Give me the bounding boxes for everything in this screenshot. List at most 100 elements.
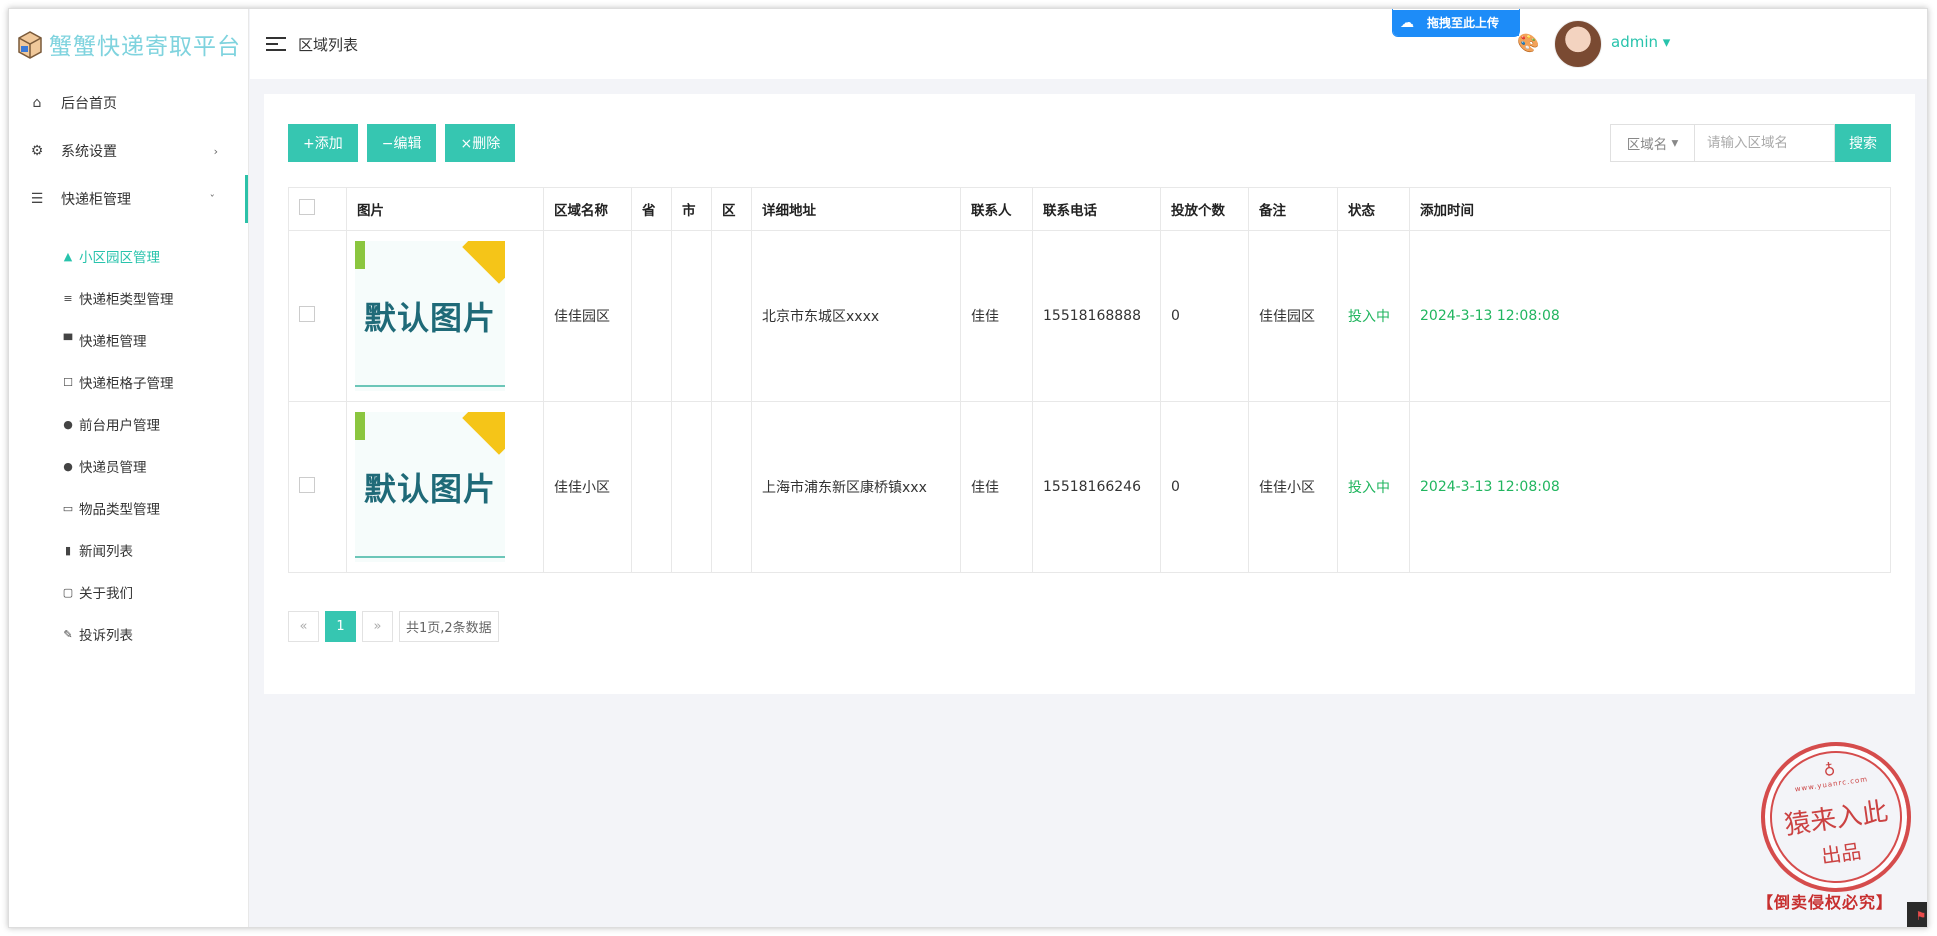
sidebar-subitem-locker-cell[interactable]: ☐ 快递柜格子管理 <box>9 361 248 403</box>
search-input[interactable] <box>1694 124 1835 162</box>
stamp-footer: 【倒卖侵权必究】 <box>1757 893 1894 912</box>
search-button[interactable]: 搜索 <box>1835 124 1891 162</box>
row-select-cell <box>288 230 347 402</box>
row-checkbox[interactable] <box>299 477 315 493</box>
select-all-checkbox[interactable] <box>299 199 315 215</box>
pagination: « 1 » 共1页,2条数据 <box>288 611 499 642</box>
upload-badge-label: 拖拽至此上传 <box>1421 9 1519 36</box>
sidebar: 蟹蟹快递寄取平台 ⌂ 后台首页 ⚙ 系统设置 › ☰ 快递柜管理 ˇ ▲ 小区园… <box>9 9 249 927</box>
column-header: 联系人 <box>960 187 1033 231</box>
menu-toggle-icon[interactable] <box>266 33 286 55</box>
bars-icon: ≡ <box>63 291 73 305</box>
default-image-text: 默认图片 <box>363 470 496 508</box>
prev-page-button[interactable]: « <box>288 611 319 642</box>
sidebar-subitem-couriers[interactable]: ● 快递员管理 <box>9 445 248 487</box>
tree-icon: ▲ <box>63 249 73 263</box>
watermark-stamp: ♁ www.yuanrc.com 猿来入此 出品 <box>1751 732 1921 902</box>
sidebar-item-settings[interactable]: ⚙ 系统设置 › <box>9 127 248 175</box>
search-field-select[interactable]: 区域名 ▾ <box>1610 124 1694 162</box>
folder-icon: ▭ <box>62 501 74 515</box>
column-header: 联系电话 <box>1032 187 1161 231</box>
comment-icon: ▢ <box>62 585 74 599</box>
sidebar-subitem-label: 快递柜格子管理 <box>79 376 174 392</box>
cell-name: 佳佳园区 <box>543 230 632 402</box>
page-title: 区域列表 <box>298 35 359 54</box>
cell-address: 上海市浦东新区康桥镇xxx <box>751 401 961 573</box>
ribbon-decoration <box>355 412 365 440</box>
upload-drop-badge[interactable]: ☁ 拖拽至此上传 <box>1392 9 1520 37</box>
row-checkbox[interactable] <box>299 306 315 322</box>
default-image[interactable]: 默认图片 <box>355 241 505 391</box>
column-header: 省 <box>631 187 672 231</box>
next-page-button[interactable]: » <box>362 611 393 642</box>
pencil-icon: ✎ <box>63 627 73 641</box>
cell-city <box>671 230 712 402</box>
image-underline <box>355 385 505 387</box>
column-header: 详细地址 <box>751 187 961 231</box>
cell-district <box>711 401 752 573</box>
app-logo[interactable]: 蟹蟹快递寄取平台 <box>9 9 248 79</box>
sidebar-subitem-label: 快递柜类型管理 <box>79 292 174 308</box>
app-window: 蟹蟹快递寄取平台 ⌂ 后台首页 ⚙ 系统设置 › ☰ 快递柜管理 ˇ ▲ 小区园… <box>8 8 1928 928</box>
chevron-down-icon: ˇ <box>209 192 216 206</box>
edit-button[interactable]: −编辑 <box>366 124 437 162</box>
chevron-right-icon: › <box>213 144 218 158</box>
caret-down-icon: ▾ <box>1662 33 1671 51</box>
user-menu[interactable]: admin ▾ <box>1611 33 1670 51</box>
search-bar: 区域名 ▾ 搜索 <box>1610 124 1891 162</box>
sidebar-subitem-community[interactable]: ▲ 小区园区管理 <box>9 235 248 277</box>
default-image[interactable]: 默认图片 <box>355 412 505 562</box>
sidebar-subitem-complaints[interactable]: ✎ 投诉列表 <box>9 613 248 655</box>
sidebar-subitem-label: 前台用户管理 <box>79 418 160 434</box>
user-icon: ● <box>63 417 73 431</box>
corner-decoration <box>462 412 505 455</box>
column-header: 备注 <box>1248 187 1338 231</box>
user-name: admin <box>1611 33 1658 51</box>
avatar[interactable] <box>1554 20 1602 68</box>
status-badge: 投入中 <box>1337 230 1410 402</box>
sidebar-subitem-front-users[interactable]: ● 前台用户管理 <box>9 403 248 445</box>
cell-name: 佳佳小区 <box>543 401 632 573</box>
region-table: 图片 区域名称 省 市 区 详细地址 联系人 联系电话 投放个数 备注 状态 添… <box>288 187 1891 573</box>
cell-phone: 15518168888 <box>1032 230 1161 402</box>
add-button[interactable]: +添加 <box>288 124 358 162</box>
palette-icon[interactable]: 🎨 <box>1517 33 1539 54</box>
user-icon: ● <box>63 459 73 473</box>
cell-district <box>711 230 752 402</box>
image-cell: 默认图片 <box>346 230 544 402</box>
page-button-1[interactable]: 1 <box>325 611 356 642</box>
sidebar-subitem-about[interactable]: ▢ 关于我们 <box>9 571 248 613</box>
table-row[interactable]: 默认图片 佳佳园区 北京市东城区xxxx 佳佳 15518168888 0 佳佳… <box>288 230 1891 402</box>
delete-button[interactable]: ×删除 <box>445 124 516 162</box>
cell-address: 北京市东城区xxxx <box>751 230 961 402</box>
sidebar-item-home[interactable]: ⌂ 后台首页 <box>9 79 248 127</box>
column-header: 区域名称 <box>543 187 632 231</box>
file-icon: ▮ <box>64 543 72 557</box>
pagination-info: 共1页,2条数据 <box>399 611 499 642</box>
flag-icon[interactable]: ⚑ <box>1907 902 1927 927</box>
caret-down-icon: ▾ <box>1671 135 1679 151</box>
sidebar-subitem-locker-type[interactable]: ≡ 快递柜类型管理 <box>9 277 248 319</box>
cell-province <box>631 230 672 402</box>
sidebar-subitem-item-types[interactable]: ▭ 物品类型管理 <box>9 487 248 529</box>
column-header: 状态 <box>1337 187 1410 231</box>
sidebar-subitem-label: 快递员管理 <box>79 460 147 476</box>
ribbon-decoration <box>355 241 365 269</box>
column-header: 图片 <box>346 187 544 231</box>
column-header: 区 <box>711 187 752 231</box>
sidebar-subitem-label: 快递柜管理 <box>79 334 147 350</box>
square-icon: ☐ <box>63 375 73 389</box>
sidebar-subitem-locker[interactable]: ▀ 快递柜管理 <box>9 319 248 361</box>
sidebar-item-label: 系统设置 <box>61 144 117 160</box>
sidebar-subitem-label: 小区园区管理 <box>79 250 160 266</box>
image-underline <box>355 556 505 558</box>
column-header: 添加时间 <box>1409 187 1891 231</box>
row-select-cell <box>288 401 347 573</box>
sidebar-subitem-news[interactable]: ▮ 新闻列表 <box>9 529 248 571</box>
cell-added-time: 2024-3-13 12:08:08 <box>1409 230 1891 402</box>
app-title: 蟹蟹快递寄取平台 <box>49 34 241 60</box>
status-badge: 投入中 <box>1337 401 1410 573</box>
sidebar-item-locker-management[interactable]: ☰ 快递柜管理 ˇ <box>9 175 248 223</box>
cloud-upload-icon: ☁ <box>1393 9 1421 36</box>
table-row[interactable]: 默认图片 佳佳小区 上海市浦东新区康桥镇xxx 佳佳 15518166246 0… <box>288 401 1891 573</box>
